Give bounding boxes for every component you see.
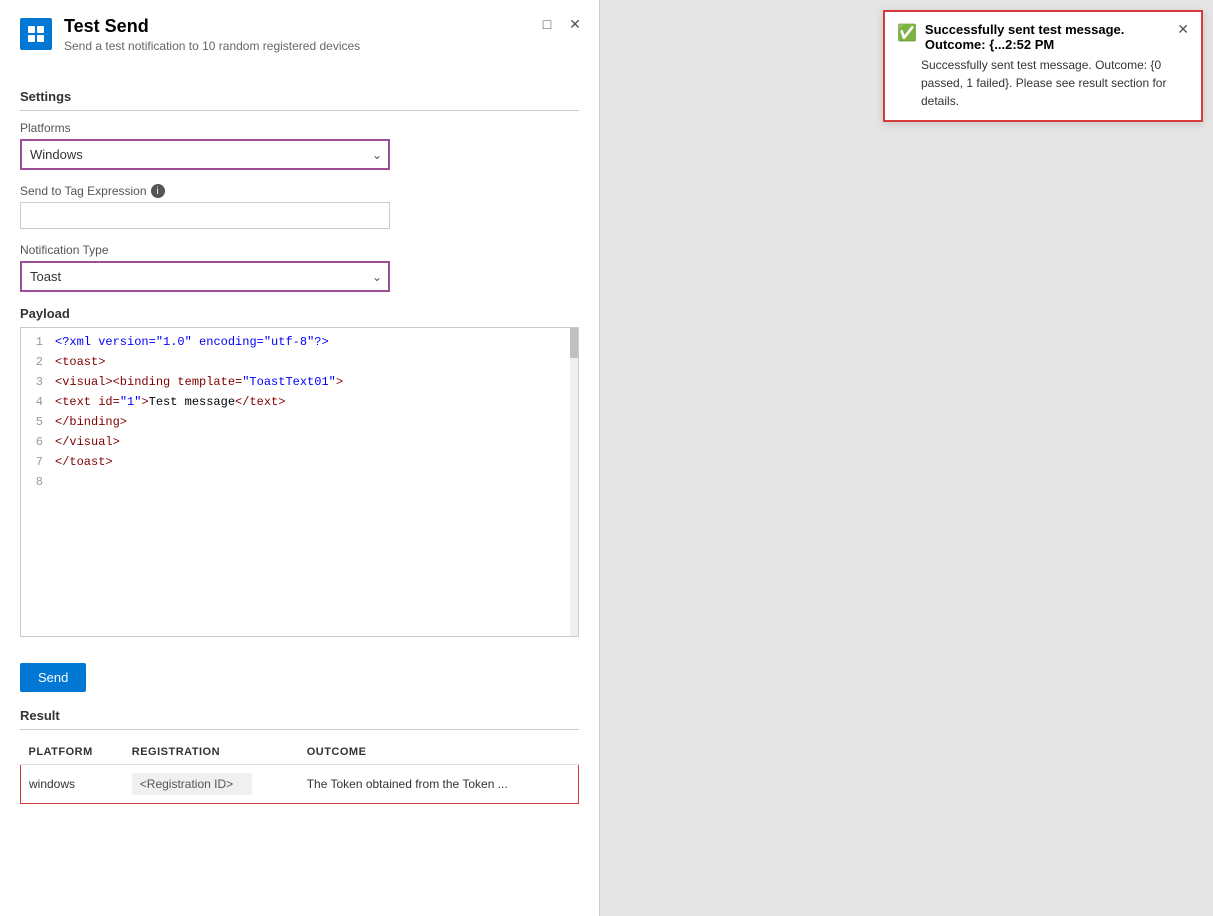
payload-field-group: Payload 1 <?xml version="1.0" encoding="… [20,306,579,637]
toast-body: Successfully sent test message. Outcome:… [897,56,1189,110]
notification-type-label: Notification Type [20,243,579,257]
result-registration-cell: <Registration ID> [124,765,299,804]
panel-body: Settings Platforms Windows Apple Google … [0,65,599,824]
toast-header: ✅ Successfully sent test message. Outcom… [897,22,1189,52]
tag-expression-field-group: Send to Tag Expression i [20,184,579,229]
code-line-15 [21,612,578,632]
platforms-dropdown-wrapper: Windows Apple Google Baidu Kindle Xiaomi… [20,139,390,170]
settings-section-label: Settings [20,89,579,104]
minimize-button[interactable]: □ [537,14,557,34]
main-background: Test Send Send a test notification to 10… [0,0,1213,916]
code-line-1: 1 <?xml version="1.0" encoding="utf-8"?> [21,332,578,352]
notification-type-dropdown-wrapper: Toast Badge Tile Raw ⌄ [20,261,390,292]
code-line-12 [21,552,578,572]
result-table: PLATFORM REGISTRATION OUTCOME windows <R… [20,740,579,804]
code-line-2: 2 <toast> [21,352,578,372]
result-section-label: Result [20,708,579,723]
tag-expression-input[interactable] [20,202,390,229]
result-outcome-cell: The Token obtained from the Token ... [299,765,579,804]
code-line-7: 7 </toast> [21,452,578,472]
code-line-6: 6 </visual> [21,432,578,452]
close-button[interactable]: ✕ [565,14,585,34]
panel-title-block: Test Send Send a test notification to 10… [64,16,360,53]
notification-type-field-group: Notification Type Toast Badge Tile Raw ⌄ [20,243,579,292]
code-line-14 [21,592,578,612]
result-divider [20,729,579,730]
result-platform-cell: windows [21,765,124,804]
panel-header: Test Send Send a test notification to 10… [0,0,599,65]
panel-controls: □ ✕ [537,14,585,34]
toast-notification: ✅ Successfully sent test message. Outcom… [883,10,1203,122]
col-outcome: OUTCOME [299,740,579,765]
toast-title: Successfully sent test message. Outcome:… [925,22,1169,52]
code-line-10 [21,512,578,532]
platforms-field-group: Platforms Windows Apple Google Baidu Kin… [20,121,579,170]
platforms-select[interactable]: Windows Apple Google Baidu Kindle Xiaomi [20,139,390,170]
code-line-9 [21,492,578,512]
code-line-11 [21,532,578,552]
notification-hub-icon [20,18,52,50]
result-table-header-row: PLATFORM REGISTRATION OUTCOME [21,740,579,765]
code-scrollbar[interactable] [570,328,578,636]
registration-id-value: <Registration ID> [132,773,252,795]
payload-editor[interactable]: 1 <?xml version="1.0" encoding="utf-8"?>… [20,327,579,637]
toast-success-icon: ✅ [897,23,917,43]
settings-divider [20,110,579,111]
payload-label: Payload [20,306,579,321]
send-button[interactable]: Send [20,663,86,692]
test-send-panel: Test Send Send a test notification to 10… [0,0,600,916]
code-line-5: 5 </binding> [21,412,578,432]
code-line-8: 8 [21,472,578,492]
code-scrollbar-thumb [570,328,578,358]
code-line-4: 4 <text id="1">Test message</text> [21,392,578,412]
panel-subtitle: Send a test notification to 10 random re… [64,39,360,53]
platforms-label: Platforms [20,121,579,135]
tag-expression-info-icon[interactable]: i [151,184,165,198]
result-section: Result PLATFORM REGISTRATION OUTCOME win… [20,708,579,804]
col-platform: PLATFORM [21,740,124,765]
notification-type-select[interactable]: Toast Badge Tile Raw [20,261,390,292]
code-line-13 [21,572,578,592]
right-background [600,0,1213,916]
toast-close-button[interactable]: ✕ [1177,22,1189,36]
tag-expression-label: Send to Tag Expression i [20,184,579,198]
table-row: windows <Registration ID> The Token obta… [21,765,579,804]
panel-title: Test Send [64,16,360,37]
col-registration: REGISTRATION [124,740,299,765]
code-line-3: 3 <visual><binding template="ToastText01… [21,372,578,392]
code-lines: 1 <?xml version="1.0" encoding="utf-8"?>… [21,328,578,636]
